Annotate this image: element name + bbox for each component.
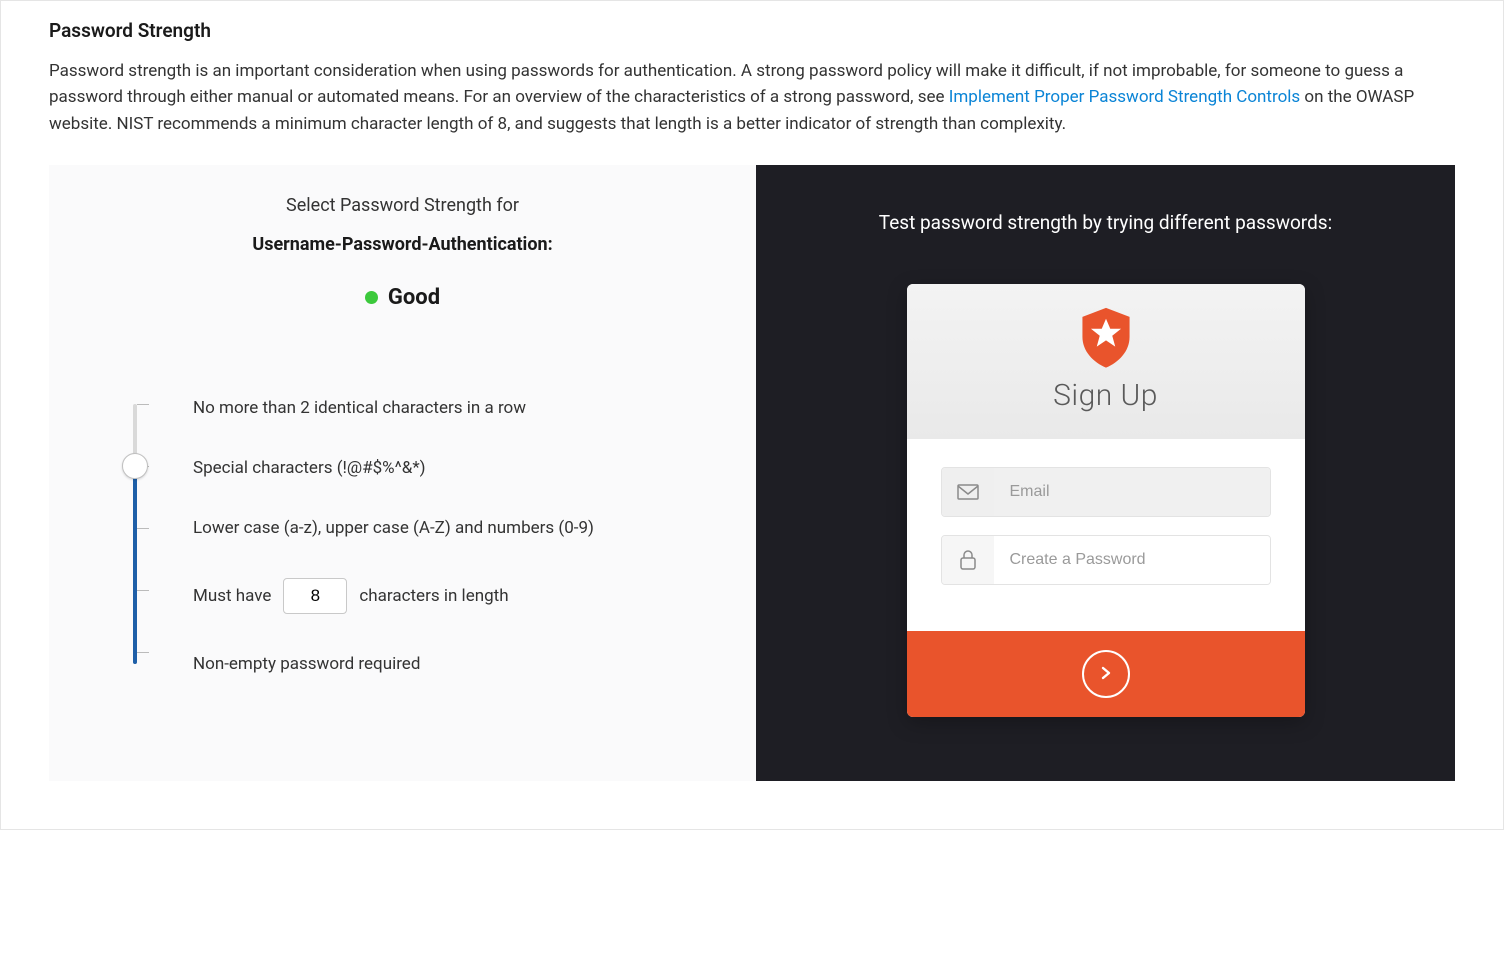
- auth0-logo-icon: [1077, 306, 1135, 368]
- chevron-right-icon: [1099, 665, 1113, 684]
- preview-panel: Test password strength by trying differe…: [756, 165, 1455, 781]
- connection-name: Username-Password-Authentication:: [89, 234, 716, 255]
- strength-slider[interactable]: [125, 404, 145, 664]
- password-input[interactable]: [994, 536, 1270, 584]
- rule-cases: Lower case (a-z), upper case (A-Z) and n…: [193, 518, 716, 538]
- slider-fill: [133, 464, 137, 664]
- signup-title: Sign Up: [907, 378, 1305, 413]
- signup-body: [907, 439, 1305, 631]
- preview-prompt: Test password strength by trying differe…: [879, 211, 1332, 234]
- section-intro: Password strength is an important consid…: [49, 58, 1455, 137]
- signup-footer: [907, 631, 1305, 717]
- mail-icon: [942, 468, 994, 516]
- strength-level: Good: [388, 285, 440, 310]
- slider-tick: [137, 590, 149, 591]
- rule-length-prefix: Must have: [193, 586, 271, 606]
- rule-identical: No more than 2 identical characters in a…: [193, 398, 716, 418]
- rule-nonempty: Non-empty password required: [193, 654, 716, 674]
- rule-length-suffix: characters in length: [359, 586, 508, 606]
- strength-config-panel: Select Password Strength for Username-Pa…: [49, 165, 756, 781]
- strength-badge: Good: [89, 285, 716, 310]
- rules-list: No more than 2 identical characters in a…: [193, 398, 716, 674]
- lock-icon: [942, 536, 994, 584]
- slider-tick: [137, 528, 149, 529]
- select-heading: Select Password Strength for: [89, 195, 716, 216]
- owasp-link[interactable]: Implement Proper Password Strength Contr…: [949, 87, 1300, 107]
- signup-header: Sign Up: [907, 284, 1305, 439]
- section-title: Password Strength: [49, 19, 1455, 42]
- email-row: [941, 467, 1271, 517]
- slider-tick: [137, 652, 149, 653]
- slider-tick: [137, 404, 149, 405]
- slider-area: No more than 2 identical characters in a…: [89, 398, 716, 674]
- slider-thumb[interactable]: [122, 453, 148, 479]
- min-length-input[interactable]: [283, 578, 347, 614]
- rule-special: Special characters (!@#$%^&*): [193, 458, 716, 478]
- password-row: [941, 535, 1271, 585]
- strength-dot-icon: [365, 291, 378, 304]
- submit-button[interactable]: [1082, 650, 1130, 698]
- panels: Select Password Strength for Username-Pa…: [49, 165, 1455, 781]
- rule-length: Must have characters in length: [193, 578, 716, 614]
- email-input[interactable]: [994, 468, 1270, 516]
- signup-card: Sign Up: [907, 284, 1305, 717]
